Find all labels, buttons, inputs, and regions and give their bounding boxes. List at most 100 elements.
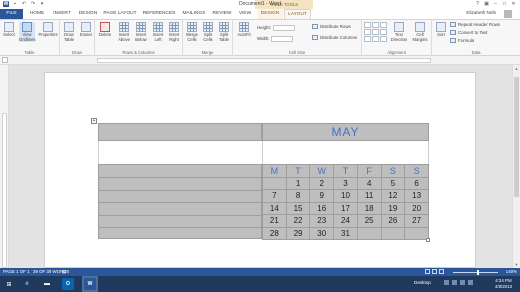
day-cell[interactable]: 13 [404, 189, 429, 203]
proofing-icon[interactable]: ▤ [62, 269, 66, 275]
start-windows-icon[interactable]: ⊞ [3, 278, 15, 290]
day-cell[interactable]: 23 [309, 214, 335, 228]
show-hidden-icons-icon[interactable] [444, 280, 449, 285]
day-cell[interactable]: 17 [333, 201, 358, 215]
day-cell[interactable]: 18 [356, 201, 382, 215]
horizontal-ruler[interactable] [0, 56, 520, 65]
tab-selector-icon[interactable] [2, 57, 8, 63]
day-cell[interactable]: 5 [380, 176, 406, 190]
day-cell[interactable]: 2 [309, 176, 335, 190]
draw-table-button[interactable]: Draw Table [61, 22, 77, 42]
delete-button[interactable]: Delete [97, 22, 113, 38]
network-icon[interactable] [452, 280, 457, 285]
weekday-label[interactable]: S [380, 164, 406, 178]
weekday-label[interactable]: W [309, 164, 335, 178]
tab-file[interactable]: FILE [0, 9, 23, 19]
day-cell[interactable]: 8 [285, 189, 311, 203]
weekday-label[interactable]: M [262, 164, 287, 178]
day-cell[interactable]: 10 [333, 189, 358, 203]
weekday-label[interactable]: T [333, 164, 358, 178]
weekday-label[interactable]: T [285, 164, 311, 178]
scroll-up-icon[interactable]: ▲ [513, 66, 520, 71]
day-cell[interactable]: 27 [404, 214, 429, 228]
cell-margins-button[interactable]: Cell Margins [410, 22, 430, 42]
day-cell[interactable]: 15 [285, 201, 311, 215]
day-cell[interactable]: 6 [404, 176, 429, 190]
align-bottom-right-icon[interactable] [380, 36, 387, 42]
autofit-button[interactable]: AutoFit [235, 22, 253, 38]
zoom-level[interactable]: 140% [506, 269, 517, 274]
file-explorer-icon[interactable]: ▬ [41, 278, 53, 290]
calendar-header-left-cell[interactable] [98, 123, 262, 141]
read-mode-icon[interactable] [425, 269, 430, 274]
zoom-slider-thumb[interactable] [476, 270, 479, 275]
align-center-icon[interactable] [372, 29, 379, 35]
text-direction-button[interactable]: Text Direction [389, 22, 409, 42]
tab-view[interactable]: VIEW [236, 9, 254, 19]
day-cell[interactable] [262, 176, 287, 190]
select-button[interactable]: Select [1, 22, 17, 38]
ribbon-display-options-icon[interactable]: ▣ [482, 0, 491, 8]
calendar-blank-cell-right[interactable] [262, 141, 429, 164]
vertical-ruler[interactable] [0, 65, 9, 268]
day-cell[interactable]: 4 [356, 176, 382, 190]
table-move-handle[interactable]: + [91, 118, 97, 124]
align-top-right-icon[interactable] [380, 22, 387, 28]
tab-page-layout[interactable]: PAGE LAYOUT [102, 9, 138, 19]
properties-button[interactable]: Properties [38, 22, 58, 38]
align-top-center-icon[interactable] [372, 22, 379, 28]
tab-table-layout[interactable]: LAYOUT [284, 9, 311, 19]
split-cells-button[interactable]: Split Cells [200, 22, 216, 42]
day-cell[interactable]: 9 [309, 189, 335, 203]
clock[interactable]: 4:24 PM 4/8/2013 [495, 278, 512, 289]
scrollbar-thumb[interactable] [514, 77, 519, 197]
tab-insert[interactable]: INSERT [50, 9, 74, 19]
outlook-icon[interactable]: O [62, 278, 74, 290]
day-cell[interactable] [356, 226, 382, 240]
tab-review[interactable]: REVIEW [210, 9, 234, 19]
web-layout-icon[interactable] [439, 269, 444, 274]
internet-explorer-icon[interactable]: e [21, 278, 33, 290]
insert-left-button[interactable]: Insert Left [150, 22, 166, 42]
desktop-toolbar-label[interactable]: Desktop [414, 280, 431, 285]
formula-button[interactable]: Formula [450, 38, 474, 43]
split-table-button[interactable]: Split Table [216, 22, 232, 42]
insert-below-button[interactable]: Insert Below [133, 22, 149, 42]
height-input[interactable] [272, 24, 295, 31]
avatar[interactable] [504, 10, 512, 18]
tab-home[interactable]: HOME [26, 9, 48, 19]
day-cell[interactable] [404, 226, 429, 240]
minimize-icon[interactable]: – [491, 0, 500, 8]
day-cell[interactable]: 12 [380, 189, 406, 203]
day-cell[interactable]: 11 [356, 189, 382, 203]
align-bottom-center-icon[interactable] [372, 36, 379, 42]
tab-references[interactable]: REFERENCES [140, 9, 178, 19]
repeat-header-rows-button[interactable]: Repeat Header Rows [450, 22, 500, 27]
weekday-label[interactable]: S [404, 164, 429, 178]
day-cell[interactable]: 3 [333, 176, 358, 190]
vertical-scrollbar[interactable]: ▲ ▼ [512, 65, 520, 268]
table-resize-handle[interactable] [426, 238, 430, 242]
day-cell[interactable]: 16 [309, 201, 335, 215]
print-layout-icon[interactable] [432, 269, 437, 274]
day-cell[interactable]: 31 [333, 226, 358, 240]
day-cell[interactable]: 7 [262, 189, 287, 203]
insert-right-button[interactable]: Insert Right [166, 22, 182, 42]
day-cell[interactable]: 25 [356, 214, 382, 228]
page-count[interactable]: PAGE 1 OF 1 [3, 269, 30, 274]
calendar-blank-cell-left[interactable] [98, 141, 262, 164]
day-cell[interactable]: 20 [404, 201, 429, 215]
tab-table-design[interactable]: DESIGN [257, 9, 283, 19]
merge-cells-button[interactable]: Merge Cells [184, 22, 200, 42]
day-cell[interactable]: 14 [262, 201, 287, 215]
flag-icon[interactable] [468, 280, 473, 285]
width-input[interactable] [271, 35, 294, 42]
day-cell[interactable]: 30 [309, 226, 335, 240]
eraser-button[interactable]: Eraser [78, 22, 94, 38]
day-cell[interactable]: 24 [333, 214, 358, 228]
volume-icon[interactable] [460, 280, 465, 285]
calendar-side-cell[interactable] [98, 164, 262, 239]
close-icon[interactable]: ✕ [509, 0, 518, 8]
tab-design[interactable]: DESIGN [76, 9, 100, 19]
zoom-slider[interactable] [448, 269, 508, 275]
